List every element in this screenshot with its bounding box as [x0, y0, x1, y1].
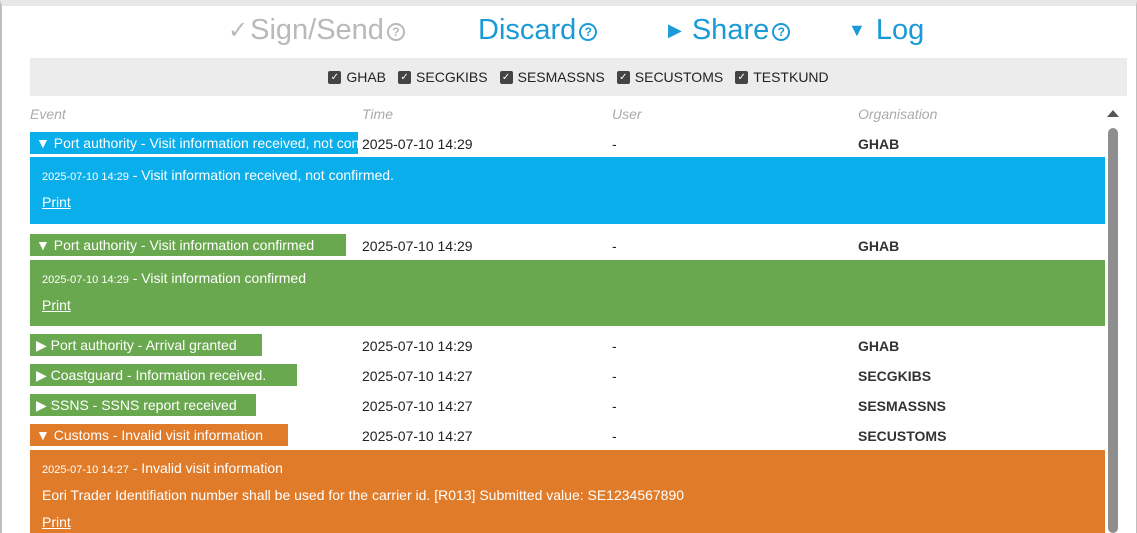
- event-organisation: GHAB: [858, 136, 900, 152]
- event-time: 2025-07-10 14:29: [362, 238, 473, 254]
- event-toggle[interactable]: ▶ SSNS - SSNS report received: [30, 394, 256, 416]
- event-user: -: [612, 338, 617, 354]
- help-icon[interactable]: ?: [772, 22, 791, 41]
- filter-testkund[interactable]: ✓ TESTKUND: [735, 69, 829, 85]
- detail-timestamp: 2025-07-10 14:27: [42, 464, 129, 476]
- detail-text: - Visit information received, not confir…: [128, 167, 394, 183]
- discard-button[interactable]: Discard ?: [478, 14, 598, 47]
- checkbox-checked-icon[interactable]: ✓: [616, 70, 630, 84]
- event-user: -: [612, 238, 617, 254]
- event-organisation: SECGKIBS: [858, 368, 932, 384]
- checkbox-checked-icon[interactable]: ✓: [735, 70, 749, 84]
- header-organisation: Organisation: [858, 106, 938, 122]
- event-organisation: GHAB: [858, 238, 900, 254]
- log-row: ▶ Port authority - Arrival granted 2025-…: [30, 333, 1110, 357]
- event-user: -: [612, 368, 617, 384]
- event-organisation: SESMASSNS: [858, 398, 946, 414]
- checkbox-checked-icon[interactable]: ✓: [328, 70, 342, 84]
- event-toggle[interactable]: ▼ Customs - Invalid visit information: [30, 424, 288, 446]
- header-event: Event: [30, 106, 66, 122]
- log-button[interactable]: ▼ Log: [848, 14, 924, 47]
- log-row: ▼ Customs - Invalid visit information 20…: [30, 423, 1110, 447]
- log-label: Log: [875, 14, 925, 46]
- event-detail: 2025-07-10 14:29 - Visit information con…: [30, 260, 1105, 326]
- share-button[interactable]: ▶ Share ?: [668, 14, 791, 47]
- log-row: ▼ Port authority - Visit information con…: [30, 233, 1110, 257]
- organisation-filter-bar: ✓ GHAB ✓ SECGKIBS ✓ SESMASSNS ✓ SECUSTOMS ✓ T…: [30, 58, 1127, 96]
- event-detail: 2025-07-10 14:27 - Invalid visit informa…: [30, 450, 1105, 533]
- detail-timestamp: 2025-07-10 14:29: [42, 274, 129, 286]
- scrollbar-thumb[interactable]: [1108, 128, 1118, 533]
- event-detail: 2025-07-10 14:29 - Visit information rec…: [30, 157, 1105, 224]
- event-toggle[interactable]: ▼ Port authority - Visit information rec…: [30, 132, 358, 154]
- header-user: User: [612, 106, 642, 122]
- log-row: ▶ SSNS - SSNS report received 2025-07-10…: [30, 393, 1110, 417]
- event-organisation: SECUSTOMS: [858, 428, 947, 444]
- caret-down-icon: ▼: [848, 20, 866, 40]
- filter-secustoms[interactable]: ✓ SECUSTOMS: [616, 69, 723, 85]
- share-label: Share: [691, 14, 770, 46]
- event-time: 2025-07-10 14:27: [362, 428, 473, 444]
- filter-ghab[interactable]: ✓ GHAB: [328, 69, 386, 85]
- detail-message: Eori Trader Identifiation number shall b…: [42, 487, 685, 503]
- event-time: 2025-07-10 14:27: [362, 398, 473, 414]
- filter-sesmassns[interactable]: ✓ SESMASSNS: [499, 69, 605, 85]
- event-toggle[interactable]: ▶ Port authority - Arrival granted: [30, 334, 262, 356]
- event-time: 2025-07-10 14:29: [362, 136, 473, 152]
- sign-send-button[interactable]: ✓ Sign/Send ?: [228, 14, 405, 47]
- detail-text: - Invalid visit information: [128, 460, 283, 476]
- event-toggle[interactable]: ▶ Coastguard - Information received.: [30, 364, 297, 386]
- filter-secgkibs[interactable]: ✓ SECGKIBS: [398, 69, 488, 85]
- checkbox-checked-icon[interactable]: ✓: [499, 70, 513, 84]
- scroll-up-arrow-icon[interactable]: [1107, 110, 1119, 117]
- log-row: ▼ Port authority - Visit information rec…: [30, 131, 1110, 155]
- event-toggle[interactable]: ▼ Port authority - Visit information con…: [30, 234, 346, 256]
- event-organisation: GHAB: [858, 338, 900, 354]
- event-time: 2025-07-10 14:29: [362, 338, 473, 354]
- event-user: -: [612, 428, 617, 444]
- header-time: Time: [362, 106, 393, 122]
- help-icon[interactable]: ?: [579, 22, 598, 41]
- detail-text: - Visit information confirmed: [128, 270, 306, 286]
- discard-label: Discard: [478, 14, 577, 46]
- caret-right-icon: ▶: [668, 20, 682, 40]
- print-link[interactable]: Print: [42, 514, 1105, 530]
- print-link[interactable]: Print: [42, 194, 1105, 210]
- event-user: -: [612, 136, 617, 152]
- event-user: -: [612, 398, 617, 414]
- check-icon: ✓: [228, 17, 249, 44]
- help-icon[interactable]: ?: [386, 22, 405, 41]
- print-link[interactable]: Print: [42, 297, 1105, 313]
- checkbox-checked-icon[interactable]: ✓: [398, 70, 412, 84]
- detail-timestamp: 2025-07-10 14:29: [42, 171, 129, 183]
- log-row: ▶ Coastguard - Information received. 202…: [30, 363, 1110, 387]
- log-table-header: Event Time User Organisation: [30, 104, 1110, 126]
- event-time: 2025-07-10 14:27: [362, 368, 473, 384]
- action-bar: ✓ Sign/Send ? Discard ? ▶ Share ? ▼ Log: [0, 14, 1137, 54]
- sign-send-label: Sign/Send: [250, 14, 384, 46]
